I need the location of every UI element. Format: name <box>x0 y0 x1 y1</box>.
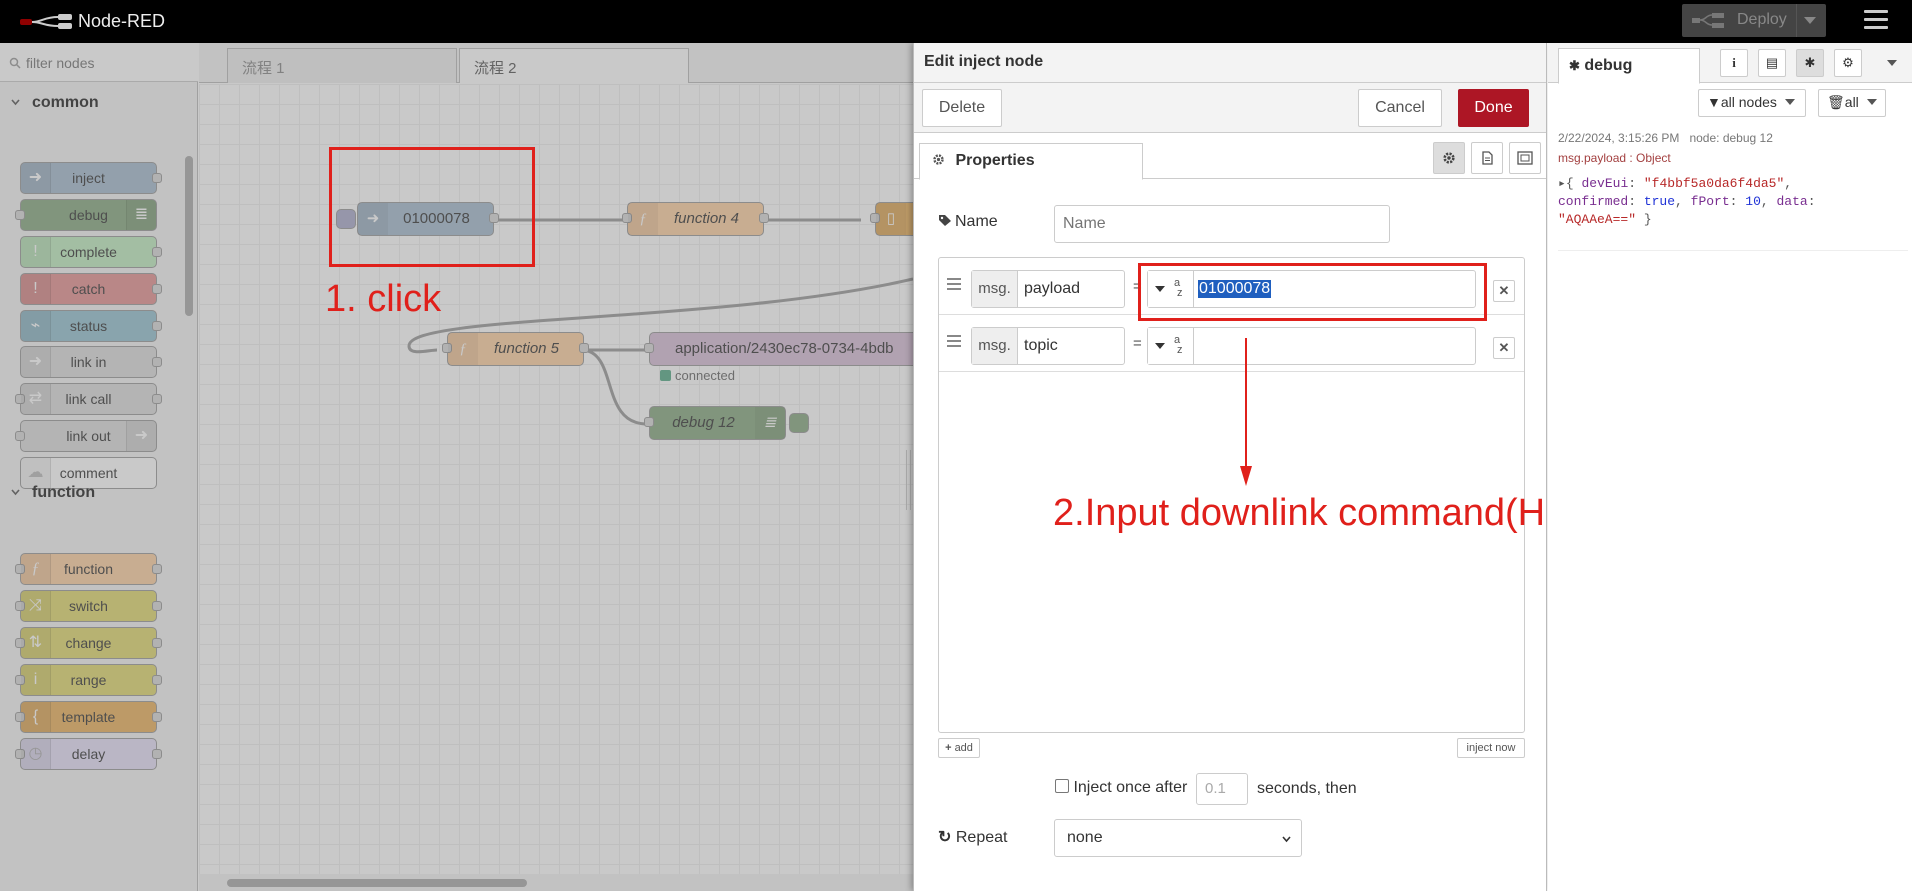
annotation-box-payload <box>1138 263 1487 321</box>
header-bar: Node-RED Deploy <box>0 0 1912 43</box>
info-tab-button[interactable]: i <box>1720 49 1748 77</box>
document-icon <box>1482 151 1493 165</box>
deploy-button[interactable]: Deploy <box>1682 4 1826 37</box>
delete-button[interactable]: Delete <box>922 89 1002 127</box>
debug-object-tree[interactable]: ▸{ devEui: "f4bbf5a0da6f4da5", confirmed… <box>1558 175 1908 229</box>
caret-down-icon <box>1155 343 1165 349</box>
info-icon: i <box>1732 55 1736 70</box>
tray-toolbar: Delete Cancel Done <box>914 83 1546 133</box>
appearance-frame-icon <box>1517 151 1533 165</box>
node-appearance-button[interactable] <box>1509 142 1541 174</box>
inject-once-checkbox[interactable] <box>1055 779 1069 793</box>
book-icon: ▤ <box>1765 55 1779 70</box>
tag-icon <box>939 215 951 226</box>
gear-icon <box>933 154 944 165</box>
sidebar-menu-caret-icon[interactable] <box>1887 60 1897 66</box>
gear-icon <box>1443 152 1455 164</box>
debug-timestamp: 2/22/2024, 3:15:26 PM <box>1558 131 1680 145</box>
tray-resize-handle[interactable] <box>906 450 911 510</box>
topic-value-input[interactable]: a z <box>1147 327 1476 365</box>
filter-icon: ▼ <box>1707 94 1721 110</box>
node-description-button[interactable] <box>1471 142 1503 174</box>
add-property-button[interactable]: + add <box>938 738 980 758</box>
tab-debug[interactable]: ✱ debug <box>1558 48 1700 84</box>
name-input[interactable] <box>1054 205 1390 243</box>
sidebar-tabs: ✱ debug i ▤ ✱ ⚙ <box>1548 43 1912 84</box>
bug-icon: ✱ <box>1804 55 1816 70</box>
remove-property-button[interactable]: ✕ <box>1493 337 1515 359</box>
config-tab-button[interactable]: ⚙ <box>1834 49 1862 77</box>
repeat-select[interactable]: none <box>1054 819 1302 857</box>
cancel-button[interactable]: Cancel <box>1358 89 1442 127</box>
inject-once-delay-input[interactable]: 0.1 <box>1196 773 1248 805</box>
deploy-dropdown-icon[interactable] <box>1804 17 1816 24</box>
property-key-field[interactable]: msg. payload <box>971 270 1125 308</box>
main-menu-icon[interactable] <box>1864 10 1888 32</box>
property-key-field[interactable]: msg. topic <box>971 327 1125 365</box>
trash-icon: 🗑 <box>1827 94 1845 110</box>
deploy-label: Deploy <box>1737 11 1787 28</box>
repeat-label: ↻ Repeat <box>938 829 1008 846</box>
debug-sidebar: ✱ debug i ▤ ✱ ⚙ ▼all nodes 🗑all 2/22/202… <box>1548 43 1912 891</box>
drag-handle-icon[interactable] <box>947 335 961 347</box>
done-button[interactable]: Done <box>1458 89 1529 127</box>
inject-once-row: Inject once after <box>1055 779 1187 797</box>
deploy-icon <box>1692 13 1724 28</box>
edit-tray: Edit inject node Delete Cancel Done Prop… <box>913 43 1547 891</box>
debug-topic: msg.payload : Object <box>1558 151 1671 165</box>
bug-icon: ✱ <box>1569 58 1580 73</box>
annotation-step-2: 2.Input downlink command(HEX) <box>1053 492 1609 534</box>
expand-caret-icon[interactable]: ▸ <box>1558 176 1566 191</box>
tab-properties[interactable]: Properties <box>919 143 1143 180</box>
debug-filter-button[interactable]: ▼all nodes <box>1698 89 1806 117</box>
gear-icon: ⚙ <box>1842 55 1854 70</box>
seconds-then-label: seconds, then <box>1257 780 1357 797</box>
annotation-step-1: 1. click <box>325 278 442 320</box>
debug-message: 2/22/2024, 3:15:26 PM node: debug 12 msg… <box>1558 131 1908 251</box>
type-select[interactable]: a z <box>1148 328 1194 364</box>
annotation-box-click <box>329 147 535 267</box>
node-red-logo-icon <box>20 14 72 29</box>
chevron-down-icon <box>1282 836 1291 843</box>
debug-tab-button[interactable]: ✱ <box>1796 49 1824 77</box>
deploy-separator <box>1796 4 1797 37</box>
name-label: Name <box>938 213 998 231</box>
drag-handle-icon[interactable] <box>947 278 961 290</box>
property-row-topic: msg. topic = a z ✕ <box>939 315 1524 372</box>
string-type-icon: a z <box>1174 334 1183 356</box>
remove-property-button[interactable]: ✕ <box>1493 280 1515 302</box>
help-tab-button[interactable]: ▤ <box>1758 49 1786 77</box>
app-title: Node-RED <box>78 11 166 31</box>
node-properties-button[interactable] <box>1433 142 1465 174</box>
debug-node-name[interactable]: node: debug 12 <box>1689 131 1772 145</box>
inject-now-button[interactable]: inject now <box>1457 738 1525 758</box>
tray-title: Edit inject node <box>914 43 1546 83</box>
debug-clear-button[interactable]: 🗑all <box>1818 89 1886 117</box>
annotation-arrow <box>1240 338 1252 486</box>
repeat-icon: ↻ <box>938 829 952 846</box>
